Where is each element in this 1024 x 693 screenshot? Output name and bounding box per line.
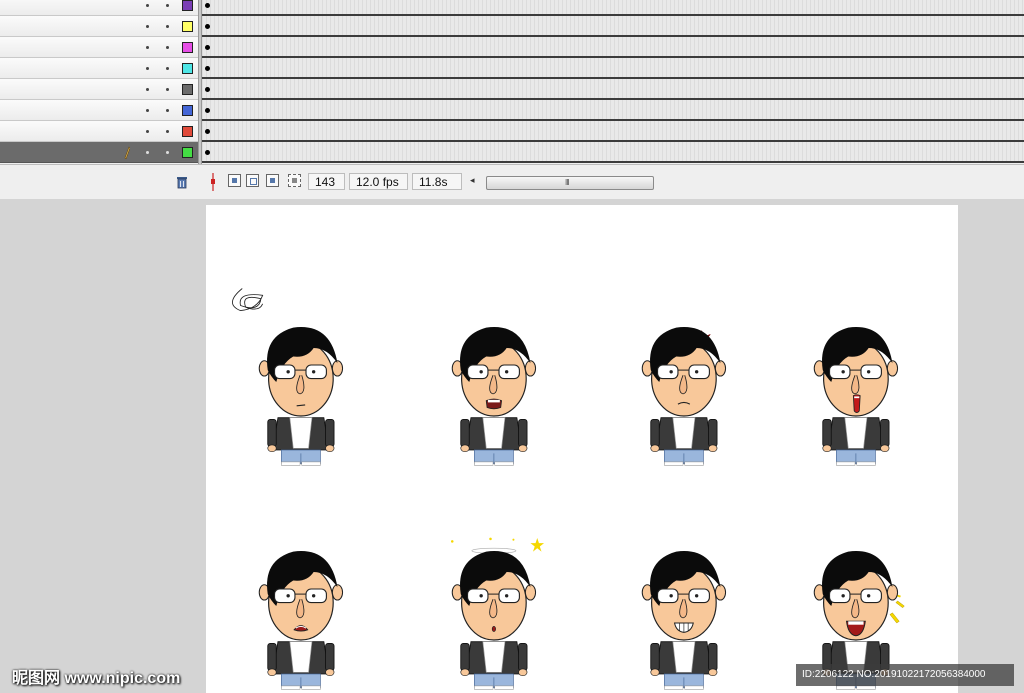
- frame-row[interactable]: [202, 121, 1024, 142]
- visibility-toggle[interactable]: [146, 130, 149, 133]
- visibility-toggle[interactable]: [146, 151, 149, 154]
- outline-color-swatch[interactable]: [182, 105, 193, 116]
- keyframe-marker[interactable]: [205, 24, 210, 29]
- lock-toggle[interactable]: [166, 130, 169, 133]
- visibility-toggle[interactable]: [146, 4, 149, 7]
- lock-toggle[interactable]: [166, 4, 169, 7]
- stage-canvas[interactable]: [206, 205, 958, 693]
- onion-skin-icon[interactable]: [228, 174, 241, 187]
- cartoon-character-6[interactable]: [449, 521, 549, 691]
- lock-toggle[interactable]: [166, 46, 169, 49]
- pencil-icon: [124, 145, 131, 160]
- visibility-toggle[interactable]: [146, 25, 149, 28]
- outline-color-swatch[interactable]: [182, 21, 193, 32]
- lock-toggle[interactable]: [166, 67, 169, 70]
- current-frame: 143: [308, 173, 345, 190]
- scroll-grip[interactable]: III: [565, 178, 570, 187]
- cartoon-character-1[interactable]: [232, 288, 356, 467]
- keyframe-marker[interactable]: [205, 108, 210, 113]
- onion-skin-outlines-icon[interactable]: [246, 174, 259, 187]
- elapsed-time: 11.8s: [412, 173, 462, 190]
- frame-row[interactable]: [202, 100, 1024, 121]
- timeline-scrollbar[interactable]: III: [486, 176, 654, 190]
- layer-row[interactable]: [0, 121, 198, 142]
- keyframe-marker[interactable]: [205, 66, 210, 71]
- lock-toggle[interactable]: [166, 88, 169, 91]
- layer-row[interactable]: [0, 142, 198, 163]
- layer-row[interactable]: [0, 37, 198, 58]
- frame-row[interactable]: [202, 58, 1024, 79]
- cartoon-character-4[interactable]: [811, 297, 911, 467]
- lock-toggle[interactable]: [166, 151, 169, 154]
- outline-color-swatch[interactable]: [182, 0, 193, 11]
- frames-grid[interactable]: [202, 0, 1024, 163]
- lock-toggle[interactable]: [166, 25, 169, 28]
- visibility-toggle[interactable]: [146, 109, 149, 112]
- frame-rate[interactable]: 12.0 fps: [349, 173, 408, 190]
- trash-icon[interactable]: [176, 176, 188, 189]
- outline-color-swatch[interactable]: [182, 42, 193, 53]
- lock-toggle[interactable]: [166, 109, 169, 112]
- outline-color-swatch[interactable]: [182, 63, 193, 74]
- watermark-site: 昵图网 www.nipic.com: [12, 670, 181, 687]
- outline-color-swatch[interactable]: [182, 147, 193, 158]
- layer-row[interactable]: [0, 58, 198, 79]
- frame-row[interactable]: [202, 79, 1024, 100]
- watermark-id: ID:2206122 NO:20191022172056384000: [796, 664, 1014, 686]
- playhead-marker-icon[interactable]: [208, 173, 218, 191]
- timeline-panel: 143 12.0 fps 11.8s ◂ III: [0, 0, 1024, 199]
- frame-row[interactable]: [202, 37, 1024, 58]
- outline-color-swatch[interactable]: [182, 84, 193, 95]
- outline-color-swatch[interactable]: [182, 126, 193, 137]
- keyframe-marker[interactable]: [205, 150, 210, 155]
- keyframe-marker[interactable]: [205, 129, 210, 134]
- keyframe-marker[interactable]: [205, 45, 210, 50]
- cartoon-character-2[interactable]: [449, 297, 549, 467]
- layer-row[interactable]: [0, 79, 198, 100]
- frame-row[interactable]: [202, 0, 1024, 16]
- layer-row[interactable]: [0, 100, 198, 121]
- visibility-toggle[interactable]: [146, 46, 149, 49]
- cartoon-character-3[interactable]: [639, 297, 739, 467]
- layer-row[interactable]: [0, 0, 198, 16]
- timeline-status-bar: 143 12.0 fps 11.8s ◂ III: [0, 164, 1024, 199]
- cartoon-character-5[interactable]: [256, 521, 356, 691]
- edit-multiple-frames-icon[interactable]: [266, 174, 279, 187]
- keyframe-marker[interactable]: [205, 87, 210, 92]
- visibility-toggle[interactable]: [146, 88, 149, 91]
- visibility-toggle[interactable]: [146, 67, 149, 70]
- scroll-left-arrow[interactable]: ◂: [470, 175, 475, 186]
- cartoon-character-7[interactable]: [639, 521, 739, 691]
- keyframe-marker[interactable]: [205, 3, 210, 8]
- layer-list: [0, 0, 198, 163]
- frame-row[interactable]: [202, 16, 1024, 37]
- layer-row[interactable]: [0, 16, 198, 37]
- modify-markers-icon[interactable]: [288, 174, 301, 187]
- frame-row[interactable]: [202, 142, 1024, 163]
